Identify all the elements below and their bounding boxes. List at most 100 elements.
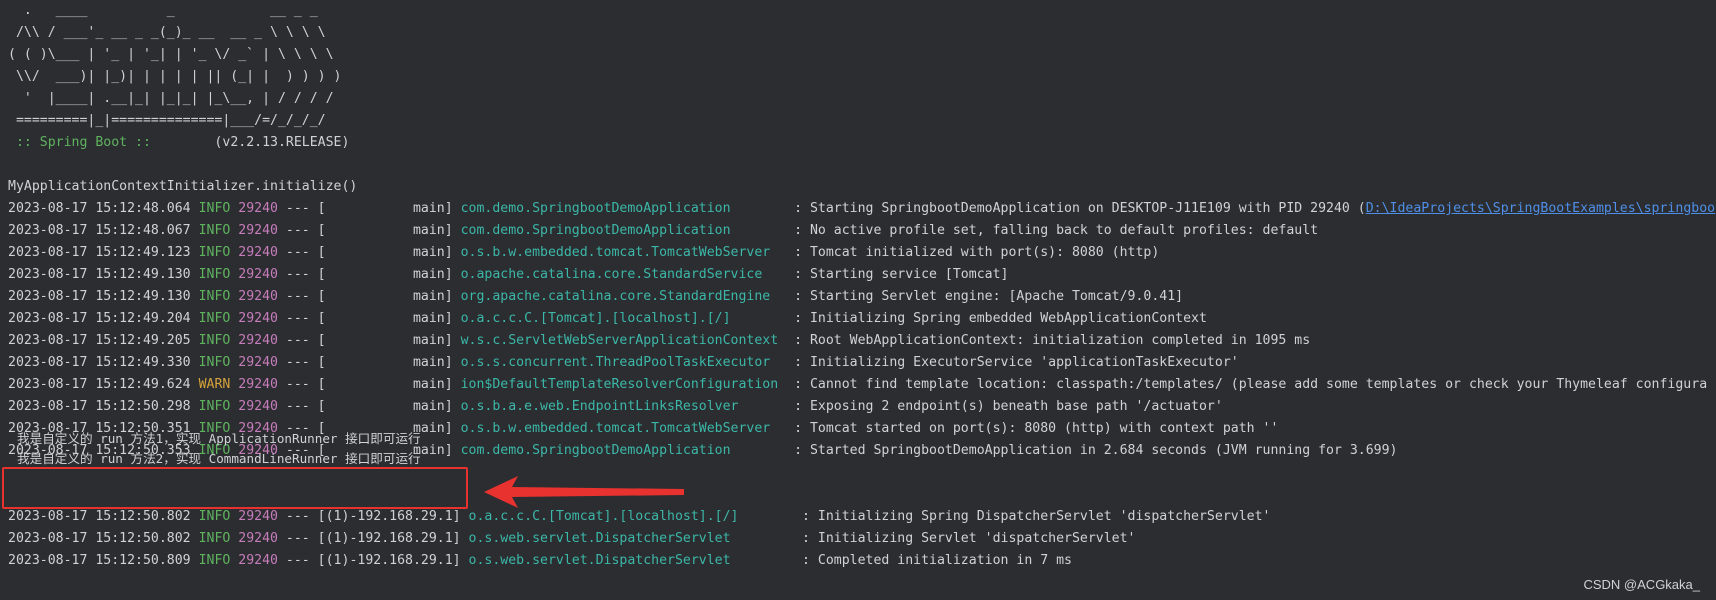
log-thread: --- [ main] [277, 289, 461, 304]
log-level: INFO [190, 531, 231, 546]
log-pid: 29240 [238, 289, 278, 304]
log-level: INFO [190, 223, 231, 238]
log-pid: 29240 [238, 355, 278, 370]
log-timestamp: 2023-08-17 15:12:49.330 [8, 355, 191, 370]
log-line: 2023-08-17 15:12:50.809 INFO 29240 --- [… [8, 550, 1716, 572]
log-line: 2023-08-17 15:12:49.130 INFO 29240 --- [… [8, 264, 1716, 286]
console-output[interactable]: . ____ _ __ _ _ /\\ / ___'_ __ _ _(_)_ _… [8, 0, 1716, 600]
log-level: INFO [190, 509, 231, 524]
log-line: 2023-08-17 15:12:49.123 INFO 29240 --- [… [8, 242, 1716, 264]
log-level: INFO [190, 267, 231, 282]
runner-highlight-box [2, 467, 468, 509]
log-message: : Starting Servlet engine: [Apache Tomca… [786, 289, 1184, 304]
log-message: : Tomcat started on port(s): 8080 (http)… [786, 421, 1279, 436]
log-pid: 29240 [238, 399, 278, 414]
log-message: : Initializing Spring DispatcherServlet … [794, 509, 1271, 524]
log-thread: --- [ main] [277, 311, 461, 326]
log-pid: 29240 [238, 377, 278, 392]
log-line: 2023-08-17 15:12:49.130 INFO 29240 --- [… [8, 286, 1716, 308]
log-timestamp: 2023-08-17 15:12:48.067 [8, 223, 191, 238]
red-arrow-icon [484, 476, 684, 508]
log-thread: --- [(1)-192.168.29.1] [277, 509, 469, 524]
log-thread: --- [ main] [277, 245, 461, 260]
log-level: INFO [190, 399, 231, 414]
log-message: : Initializing Spring embedded WebApplic… [786, 311, 1207, 326]
log-timestamp: 2023-08-17 15:12:49.624 [8, 377, 191, 392]
log-level: INFO [190, 333, 231, 348]
banner-line: ( ( )\___ | '_ | '_| | '_ \/ _` | \ \ \ … [8, 47, 334, 62]
banner-version-line: :: Spring Boot :: (v2.2.13.RELEASE) [8, 132, 1716, 154]
log-thread: --- [ main] [277, 267, 461, 282]
log-line: 2023-08-17 15:12:50.802 INFO 29240 --- [… [8, 506, 1716, 528]
log-level: INFO [190, 311, 231, 326]
log-message: : Tomcat initialized with port(s): 8080 … [786, 245, 1160, 260]
log-message: : Started SpringbootDemoApplication in 2… [786, 443, 1398, 458]
log-timestamp: 2023-08-17 15:12:49.205 [8, 333, 191, 348]
log-message: : No active profile set, falling back to… [786, 223, 1319, 238]
log-logger: w.s.c.ServletWebServerApplicationContext [460, 333, 787, 348]
log-line: 2023-08-17 15:12:50.802 INFO 29240 --- [… [8, 528, 1716, 550]
log-thread: --- [ main] [277, 355, 461, 370]
log-logger: o.s.web.servlet.DispatcherServlet [468, 531, 795, 546]
log-logger: o.a.c.c.C.[Tomcat].[localhost].[/] [468, 509, 795, 524]
log-level: INFO [190, 201, 231, 216]
log-pid: 29240 [238, 509, 278, 524]
log-pid: 29240 [238, 245, 278, 260]
banner-line: ' |____| .__|_| |_|_| |_\__, | / / / / [8, 91, 334, 106]
log-line: 2023-08-17 15:12:49.204 INFO 29240 --- [… [8, 308, 1716, 330]
log-logger: o.s.web.servlet.DispatcherServlet [468, 553, 795, 568]
log-timestamp: 2023-08-17 15:12:48.064 [8, 201, 191, 216]
log-pid: 29240 [238, 223, 278, 238]
log-thread: --- [(1)-192.168.29.1] [277, 531, 469, 546]
log-thread: --- [ main] [277, 201, 461, 216]
log-logger: o.s.s.concurrent.ThreadPoolTaskExecutor [460, 355, 787, 370]
log-logger: com.demo.SpringbootDemoApplication [460, 443, 787, 458]
log-message: : Exposing 2 endpoint(s) beneath base pa… [786, 399, 1223, 414]
log-thread: --- [ main] [277, 377, 461, 392]
log-message: : Completed initialization in 7 ms [794, 553, 1072, 568]
log-message: : Starting service [Tomcat] [786, 267, 1009, 282]
log-line: 2023-08-17 15:12:49.624 WARN 29240 --- [… [8, 374, 1716, 396]
runner-output-line-2: 我是自定义的 run 方法2，实现 CommandLineRunner 接口即可… [17, 451, 421, 466]
log-block-dispatcher: 2023-08-17 15:12:50.802 INFO 29240 --- [… [8, 506, 1716, 572]
log-pid: 29240 [238, 267, 278, 282]
log-timestamp: 2023-08-17 15:12:49.130 [8, 267, 191, 282]
log-level: INFO [190, 355, 231, 370]
log-line: 2023-08-17 15:12:48.064 INFO 29240 --- [… [8, 198, 1716, 220]
initializer-line: MyApplicationContextInitializer.initiali… [8, 179, 358, 194]
log-logger: o.s.b.w.embedded.tomcat.TomcatWebServer [460, 245, 787, 260]
log-pid: 29240 [238, 553, 278, 568]
log-line: 2023-08-17 15:12:48.067 INFO 29240 --- [… [8, 220, 1716, 242]
log-pid: 29240 [238, 311, 278, 326]
log-file-link[interactable]: D:\IdeaProjects\SpringBootExamples\sprin… [1366, 201, 1715, 216]
spring-banner: . ____ _ __ _ _ /\\ / ___'_ __ _ _(_)_ _… [8, 0, 1716, 132]
log-timestamp: 2023-08-17 15:12:50.802 [8, 509, 191, 524]
banner-line: =========|_|==============|___/=/_/_/_/ [8, 113, 326, 128]
log-timestamp: 2023-08-17 15:12:50.802 [8, 531, 191, 546]
log-timestamp: 2023-08-17 15:12:50.298 [8, 399, 191, 414]
log-logger: com.demo.SpringbootDemoApplication [460, 223, 787, 238]
log-message: : Starting SpringbootDemoApplication on … [786, 201, 1366, 216]
spring-boot-version: (v2.2.13.RELEASE) [158, 135, 350, 150]
log-thread: --- [(1)-192.168.29.1] [277, 553, 469, 568]
log-logger: o.s.b.w.embedded.tomcat.TomcatWebServer [460, 421, 787, 436]
log-pid: 29240 [238, 201, 278, 216]
log-line: 2023-08-17 15:12:50.298 INFO 29240 --- [… [8, 396, 1716, 418]
log-timestamp: 2023-08-17 15:12:49.130 [8, 289, 191, 304]
csdn-watermark: CSDN @ACGkaka_ [1583, 577, 1700, 592]
log-timestamp: 2023-08-17 15:12:49.123 [8, 245, 191, 260]
log-block-startup: 2023-08-17 15:12:48.064 INFO 29240 --- [… [8, 198, 1716, 462]
log-thread: --- [ main] [277, 223, 461, 238]
banner-line: /\\ / ___'_ __ _ _(_)_ __ __ _ \ \ \ \ [8, 25, 326, 40]
log-message: : Initializing Servlet 'dispatcherServle… [794, 531, 1136, 546]
log-timestamp: 2023-08-17 15:12:49.204 [8, 311, 191, 326]
log-thread: --- [ main] [277, 399, 461, 414]
log-level: INFO [190, 245, 231, 260]
log-level: INFO [190, 553, 231, 568]
log-line: 2023-08-17 15:12:49.205 INFO 29240 --- [… [8, 330, 1716, 352]
log-timestamp: 2023-08-17 15:12:50.809 [8, 553, 191, 568]
log-logger: ion$DefaultTemplateResolverConfiguration [460, 377, 787, 392]
log-line: 2023-08-17 15:12:49.330 INFO 29240 --- [… [8, 352, 1716, 374]
log-message: : Cannot find template location: classpa… [786, 377, 1708, 392]
